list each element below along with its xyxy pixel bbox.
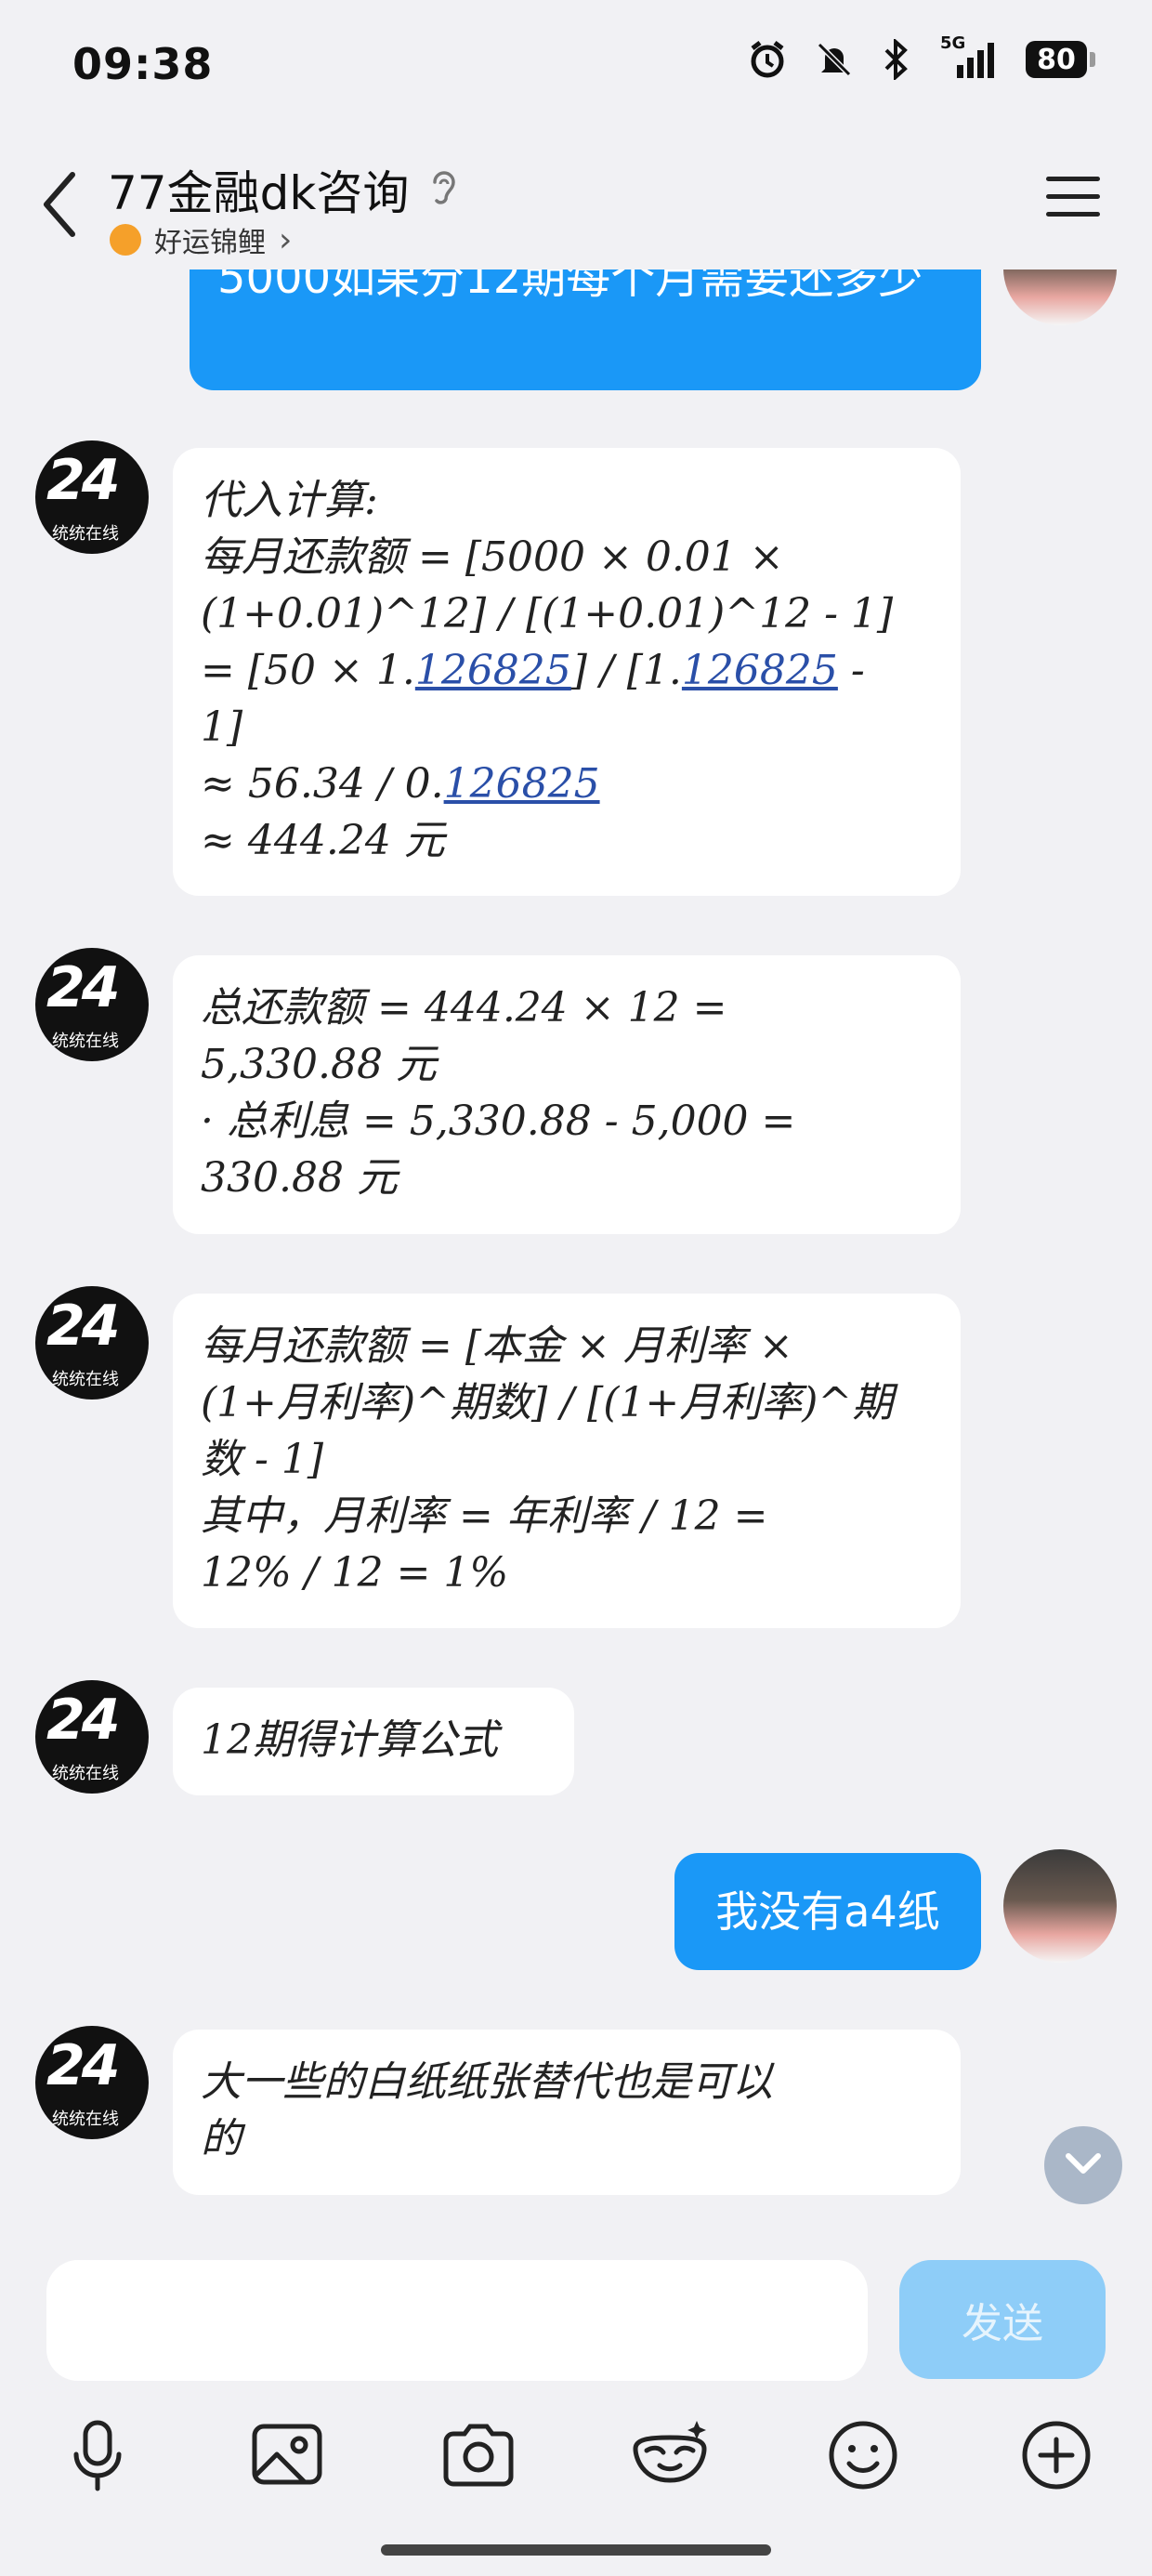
message-line: · 总利息 = 5,330.88 - 5,000 = [201,1097,796,1145]
message-line: 大一些的白纸纸张替代也是可以 [201,2058,773,2106]
status-icons: 5G 80 [747,33,1095,80]
text-part: - [837,647,865,694]
alarm-icon [751,41,784,78]
chat-title[interactable]: 77金融dk咨询 [108,156,409,223]
avatar-logo-text: 24 [46,955,120,1020]
bot-avatar[interactable]: 24 统统在线 [35,2026,149,2139]
microphone-icon[interactable] [56,2413,139,2497]
battery-level: 80 [1037,43,1076,76]
message-line: 其中，月利率 = 年利率 / 12 = [201,1492,768,1540]
bot-avatar[interactable]: 24 统统在线 [35,1286,149,1400]
message-bubble-in[interactable]: 每月还款额 = [本金 × 月利率 × (1+月利率)^期数] / [(1+月利… [173,1294,961,1628]
scroll-down-button[interactable] [1044,2126,1122,2204]
avatar-logo-text: 24 [46,1294,120,1359]
chat-header: 77金融dk咨询 好运锦鲤 › [0,139,1152,269]
chevron-down-icon [1066,2153,1101,2174]
message-bubble-in[interactable]: 总还款额 = 444.24 × 12 = 5,330.88 元 · 总利息 = … [173,955,961,1234]
message-line: = [50 × 1.126825] / [1.126825 - [201,642,933,699]
camera-icon[interactable] [437,2413,520,2497]
avatar-logo-text: 24 [46,448,120,513]
composer-toolbar [0,2413,1152,2506]
group-subtitle[interactable]: 好运锦鲤 › [110,219,292,260]
emoji-icon[interactable] [821,2413,905,2497]
status-time: 09:38 [72,39,214,89]
text-part: ] / [1. [570,647,682,694]
message-line: 总还款额 = 444.24 × 12 = [201,984,727,1032]
image-icon[interactable] [245,2413,329,2497]
text-part: = [50 × 1. [201,647,415,694]
message-text: 12期得计算公式 [201,1716,498,1764]
menu-line [1046,177,1100,181]
message-bubble-in[interactable]: 12期得计算公式 [173,1688,574,1795]
number-link[interactable]: 126825 [682,647,838,694]
send-button[interactable]: 发送 [899,2260,1106,2379]
message-text: 我没有a4纸 [715,1886,940,1937]
bot-avatar[interactable]: 24 统统在线 [35,948,149,1061]
menu-line [1046,212,1100,217]
message-bubble-in[interactable]: 代入计算: 每月还款额 = [5000 × 0.01 × (1+0.01)^12… [173,448,961,896]
composer: 发送 [0,2241,1152,2576]
message-bubble-in[interactable]: 大一些的白纸纸张替代也是可以 的 [173,2030,961,2195]
message-line: 的 [201,2115,242,2162]
message-line: 12% / 12 = 1% [201,1549,509,1597]
ear-icon[interactable] [427,165,461,212]
bot-avatar[interactable]: 24 统统在线 [35,440,149,554]
number-link[interactable]: 126825 [415,647,571,694]
koi-icon [110,224,141,256]
avatar-caption: 统统在线 [52,1764,119,1783]
message-line: 330.88 元 [201,1154,398,1202]
avatar-logo-text: 24 [46,2033,120,2098]
avatar-caption: 统统在线 [52,2109,119,2129]
home-indicator[interactable] [381,2544,771,2556]
network-label: 5G [940,33,966,53]
message-line: 数 - 1] [201,1436,323,1483]
avatar-caption: 统统在线 [52,524,119,544]
message-line: (1+月利率)^期数] / [(1+月利率)^期 [201,1379,894,1426]
message-line: 代入计算: [201,477,378,524]
message-line: 1] [201,703,243,751]
mute-icon [817,42,852,77]
status-bar: 09:38 5G 80 [0,0,1152,139]
message-line: 5,330.88 元 [201,1041,437,1088]
bot-avatar[interactable]: 24 统统在线 [35,1680,149,1794]
message-bubble-out[interactable]: 我没有a4纸 [674,1853,981,1970]
menu-button[interactable] [1046,177,1100,230]
message-input[interactable] [46,2260,868,2381]
text-part: ≈ 56.34 / 0. [201,760,444,808]
message-line: ≈ 56.34 / 0.126825 [201,756,933,812]
avatar-caption: 统统在线 [52,1032,119,1051]
chevron-right-icon: › [279,220,293,259]
battery-icon: 80 [1026,41,1095,78]
back-icon[interactable] [37,167,84,242]
bluetooth-icon [884,39,908,80]
avatar-caption: 统统在线 [52,1370,119,1389]
message-line: ≈ 444.24 元 [201,817,445,864]
menu-line [1046,194,1100,199]
sticker-icon[interactable] [628,2413,712,2497]
message-line: 每月还款额 = [5000 × 0.01 × [201,533,784,581]
subtitle-text: 好运锦鲤 [154,227,266,259]
message-line: 每月还款额 = [本金 × 月利率 × [201,1322,793,1370]
number-link[interactable]: 126825 [444,760,600,808]
user-avatar[interactable] [1003,1849,1117,1963]
plus-icon[interactable] [1015,2413,1098,2497]
avatar-logo-text: 24 [46,1688,120,1753]
message-line: (1+0.01)^12] / [(1+0.01)^12 - 1] [201,590,894,637]
